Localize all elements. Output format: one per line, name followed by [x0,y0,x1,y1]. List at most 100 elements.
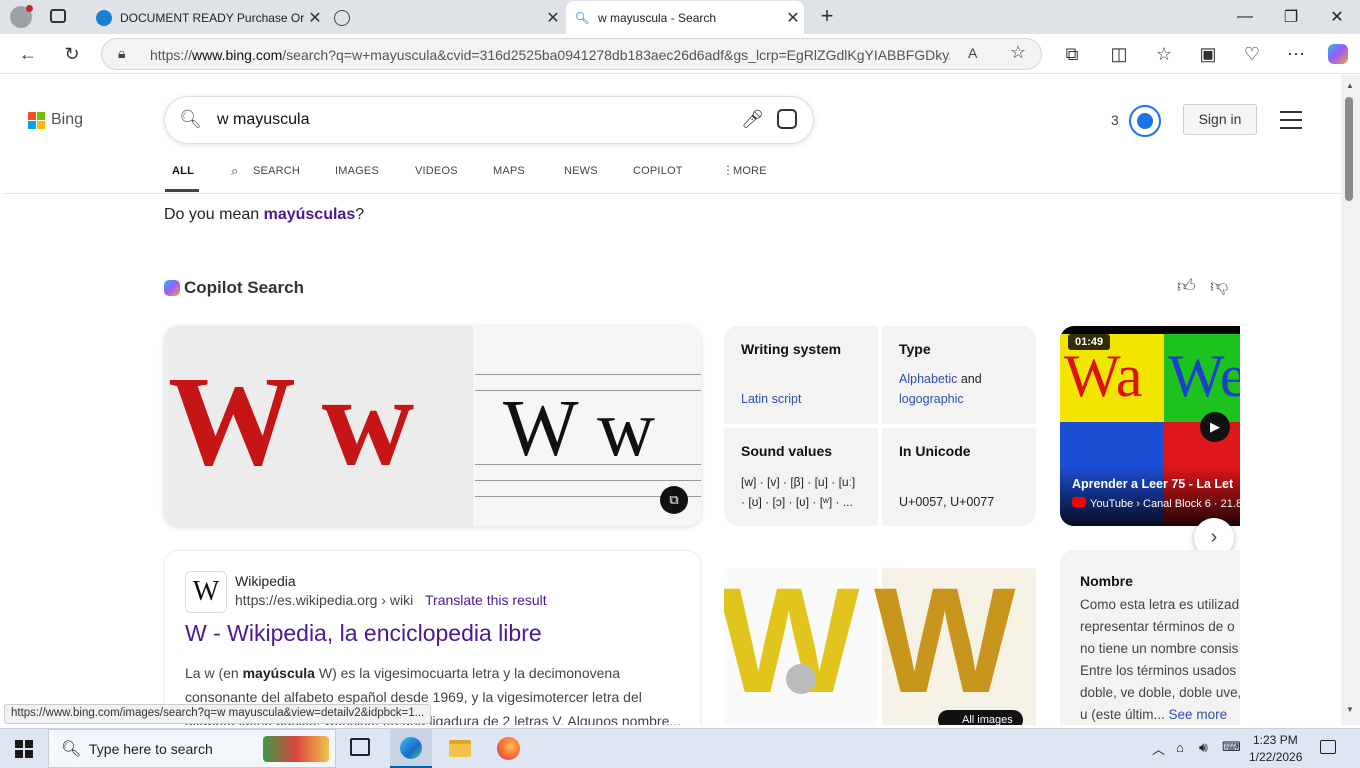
tab-blank[interactable]: ✕ [326,1,564,34]
search-box[interactable]: 🔍︎ w mayuscula 🎤︎ [164,96,814,144]
clock-date[interactable]: 1/22/2026 [1249,750,1302,764]
type-card: Type Alphabetic and logographic [882,326,1036,424]
favorites-icon[interactable]: ☆ [1150,40,1178,68]
tab-news[interactable]: NEWS [564,165,598,177]
bing-logo-text: Bing [51,111,84,128]
copilot-icon[interactable] [1324,40,1352,68]
rewards-count[interactable]: 3 [1111,112,1119,128]
browser-toolbar: ← ↻ 🔒︎ https://www.bing.com/search?q=w+m… [0,34,1360,74]
collections-icon[interactable]: ▣ [1194,40,1222,68]
task-view-icon[interactable] [350,738,370,756]
scrollbar-thumb[interactable] [1345,97,1353,201]
hamburger-menu-icon[interactable] [1280,111,1302,129]
translate-link[interactable]: Translate this result [425,592,547,608]
volume-icon[interactable]: 🔊︎ [1199,739,1208,756]
search-icon[interactable]: 🔍︎ [179,109,202,130]
browser-essentials-icon[interactable]: ♡ [1238,40,1266,68]
scroll-down-icon[interactable]: ▼ [1346,705,1354,714]
gold-w-image-1: W [724,556,878,725]
logographic-link[interactable]: logographic [899,392,964,406]
tab-search[interactable]: SEARCH [253,165,300,177]
all-images-button[interactable]: All images [938,710,1023,725]
video-title: Aprender a Leer 75 - La Let [1072,477,1234,491]
network-icon[interactable]: ⌂ [1176,740,1184,755]
suggested-query-link[interactable]: mayúsculas [264,206,356,223]
video-card[interactable]: Wa We 01:49 ▶ Aprender a Leer 75 - La Le… [1060,326,1240,526]
new-tab-button[interactable]: + [815,5,839,29]
nombre-heading: Nombre [1080,573,1133,589]
profile-avatar[interactable] [10,5,33,28]
globe-icon [334,9,350,26]
more-options-icon[interactable]: ⋯ [1282,40,1310,68]
clock-time[interactable]: 1:23 PM [1253,733,1298,747]
tab-actions-icon[interactable] [50,9,66,23]
site-name: Wikipedia [235,573,296,589]
windows-start-icon[interactable] [15,740,33,758]
unicode-card: In Unicode U+0057, U+0077 [882,428,1036,526]
ime-icon[interactable]: ⌨ [1222,739,1241,755]
back-icon[interactable]: ← [14,40,42,68]
tab-maps[interactable]: MAPS [493,165,525,177]
thumbs-up-icon[interactable]: 👍︎ [1177,275,1196,297]
tab-document[interactable]: DOCUMENT READY Purchase Ord ✕ [88,1,326,34]
play-icon[interactable]: ▶ [1200,412,1230,442]
tab-videos[interactable]: VIDEOS [415,165,458,177]
restore-button[interactable]: ❐ [1268,0,1314,34]
favorite-star-icon[interactable]: ☆ [1010,42,1026,63]
expand-image-icon[interactable]: ⧉ [660,486,688,514]
wikipedia-result-card: W Wikipedia https://es.wikipedia.org › w… [164,550,701,725]
result-url[interactable]: https://es.wikipedia.org › wiki [235,592,413,608]
visual-search-icon[interactable] [777,109,797,129]
notification-dot [26,5,33,12]
images-card[interactable]: W W All images [724,550,1036,725]
latin-script-link[interactable]: Latin script [741,392,801,406]
tab-copilot[interactable]: COPILOT [633,165,683,177]
nombre-card: Nombre Como esta letra es utilizad repre… [1060,550,1240,725]
sign-in-button[interactable]: Sign in [1183,104,1257,135]
close-tab-icon[interactable]: ✕ [782,8,804,28]
windows-taskbar: 🔍︎ Type here to search ︿ ⌂ 🔊︎ ⌨ 1:23 PM … [0,728,1360,768]
tab-title: DOCUMENT READY Purchase Ord [120,10,304,25]
page-scrollbar[interactable]: ▲ ▼ [1341,75,1360,725]
split-screen-icon[interactable]: ◫ [1105,40,1133,68]
scroll-up-icon[interactable]: ▲ [1346,81,1354,90]
rewards-icon[interactable] [1129,105,1161,137]
address-bar[interactable]: 🔒︎ https://www.bing.com/search?q=w+mayus… [101,38,1042,70]
copilot-logo-icon [164,280,180,296]
close-tab-icon[interactable]: ✕ [304,8,326,28]
notifications-icon[interactable] [1320,740,1336,754]
edge-taskbar-icon[interactable] [390,729,432,768]
file-explorer-icon[interactable] [449,740,471,757]
search-icon: 🔍︎ [574,10,590,25]
microphone-icon[interactable]: 🎤︎ [741,109,764,130]
tab-more[interactable]: MORE [733,165,767,177]
close-window-button[interactable]: ✕ [1314,0,1360,34]
search-copilot-icon: ⌕ [231,163,239,178]
thumbs-down-icon[interactable]: 👎︎ [1210,275,1228,297]
tab-bing-search[interactable]: 🔍︎ w mayuscula - Search ✕ [566,1,804,34]
nav-divider [4,193,1341,194]
did-you-mean: Do you mean mayúsculas? [164,206,365,223]
close-tab-icon[interactable]: ✕ [542,8,564,28]
taskbar-search-placeholder: Type here to search [89,741,213,757]
tab-images[interactable]: IMAGES [335,165,379,177]
firefox-icon[interactable] [497,737,520,760]
hero-image-card[interactable]: W w W w ⧉ [164,326,701,526]
read-aloud-icon[interactable]: A [968,45,977,61]
extensions-icon[interactable]: ⧉ [1058,40,1086,68]
search-input[interactable]: w mayuscula [217,111,309,129]
alphabetic-link[interactable]: Alphabetic [899,372,957,386]
taskbar-search-box[interactable]: 🔍︎ Type here to search [48,729,336,768]
minimize-button[interactable]: — [1222,0,1268,34]
refresh-icon[interactable]: ↻ [58,40,86,68]
tab-title: w mayuscula - Search [598,10,717,25]
result-title-link[interactable]: W - Wikipedia, la enciclopedia libre [185,620,542,647]
address-url: https://www.bing.com/search?q=w+mayuscul… [150,47,950,63]
see-more-link[interactable]: See more [1169,707,1228,722]
bing-logo[interactable]: Bing [28,111,83,129]
lock-icon[interactable]: 🔒︎ [118,45,125,62]
tray-chevron-icon[interactable]: ︿ [1152,739,1165,758]
tab-all[interactable]: ALL [172,165,194,177]
copilot-search-title: Copilot Search [184,278,304,297]
video-caption-overlay [1060,466,1240,526]
